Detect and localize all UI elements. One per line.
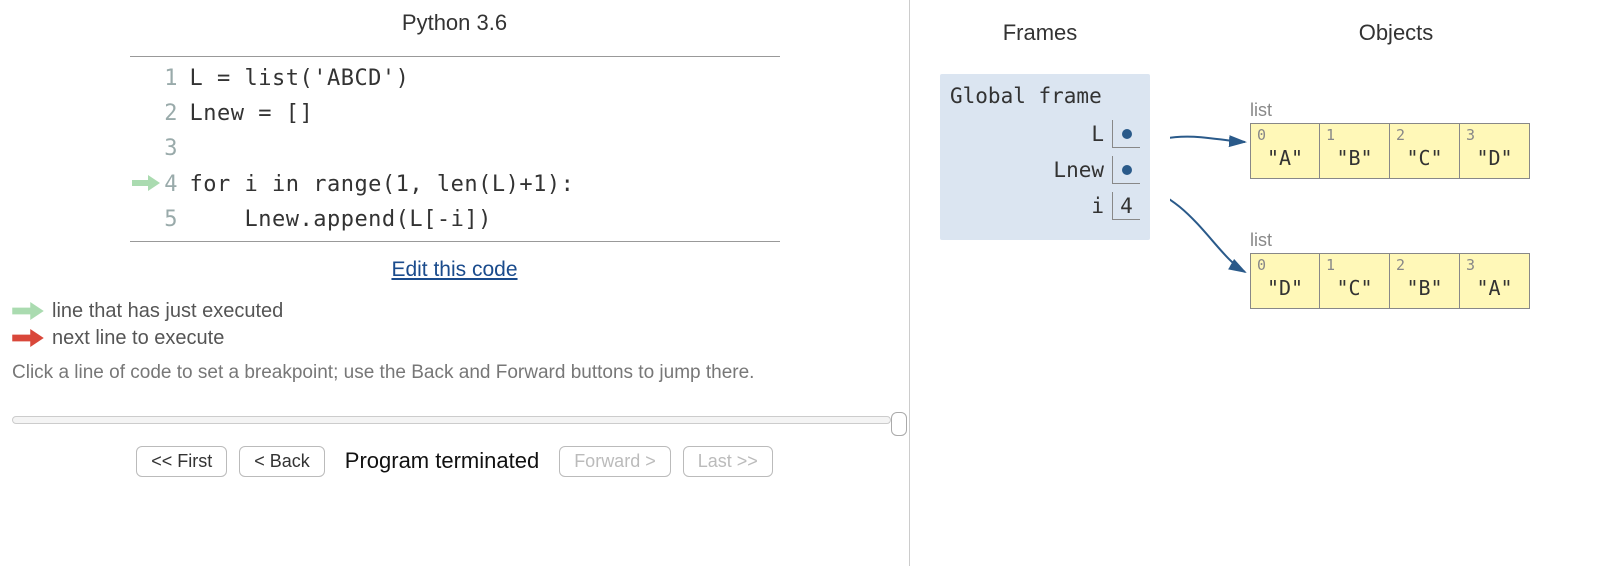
legend-just-executed: line that has just executed xyxy=(12,300,897,323)
code-line[interactable]: 5 Lnew.append(L[-i]) xyxy=(130,202,780,237)
breakpoint-hint: Click a line of code to set a breakpoint… xyxy=(12,362,897,384)
edit-code-link[interactable]: Edit this code xyxy=(12,258,897,282)
code-text: Lnew = [] xyxy=(190,96,314,131)
line-number: 3 xyxy=(160,131,190,166)
list-cell: 2"C" xyxy=(1390,123,1460,179)
var-name: L xyxy=(1091,122,1104,146)
frames-header: Frames xyxy=(910,20,1170,46)
object-type-label: list xyxy=(1250,100,1530,121)
cell-index: 2 xyxy=(1396,126,1405,144)
cell-index: 3 xyxy=(1466,126,1475,144)
cell-index: 1 xyxy=(1326,126,1335,144)
list-cells: 0"A" 1"B" 2"C" 3"D" xyxy=(1250,123,1530,179)
pointer-arrow-icon xyxy=(1170,185,1245,272)
list-cell: 0"A" xyxy=(1250,123,1320,179)
legend: line that has just executed next line to… xyxy=(12,300,897,350)
status-text: Program terminated xyxy=(337,448,547,474)
object-list: list 0"A" 1"B" 2"C" 3"D" xyxy=(1250,100,1530,179)
next-line-arrow-icon xyxy=(12,329,44,347)
var-row: Lnew xyxy=(950,156,1140,184)
legend-next: next line to execute xyxy=(12,327,897,350)
cell-index: 0 xyxy=(1257,126,1266,144)
objects-column: Objects list 0"A" 1"B" 2"C" 3"D" list 0"… xyxy=(1170,20,1622,566)
cell-index: 2 xyxy=(1396,256,1405,274)
list-cell: 0"D" xyxy=(1250,253,1320,309)
code-line[interactable]: 2 Lnew = [] xyxy=(130,96,780,131)
object-list: list 0"D" 1"C" 2"B" 3"A" xyxy=(1250,230,1530,309)
controls: << First < Back Program terminated Forwa… xyxy=(12,446,897,477)
list-cells: 0"D" 1"C" 2"B" 3"A" xyxy=(1250,253,1530,309)
pointer-dot-icon xyxy=(1122,129,1132,139)
var-name: Lnew xyxy=(1053,158,1104,182)
pointer-dot-icon xyxy=(1122,165,1132,175)
list-cell: 3"A" xyxy=(1460,253,1530,309)
global-frame: Global frame L Lnew i 4 xyxy=(940,74,1150,240)
var-value-box xyxy=(1112,156,1140,184)
cell-index: 0 xyxy=(1257,256,1266,274)
legend-label: next line to execute xyxy=(52,327,224,350)
code-block: 1 L = list('ABCD') 2 Lnew = [] 3 4 for i… xyxy=(130,56,780,242)
list-cell: 2"B" xyxy=(1390,253,1460,309)
list-cell: 3"D" xyxy=(1460,123,1530,179)
list-cell: 1"B" xyxy=(1320,123,1390,179)
line-number: 4 xyxy=(160,167,190,202)
frames-column: Frames Global frame L Lnew i 4 xyxy=(910,20,1170,566)
just-executed-arrow-icon xyxy=(132,175,160,191)
cell-index: 1 xyxy=(1326,256,1335,274)
legend-label: line that has just executed xyxy=(52,300,283,323)
code-text: for i in range(1, len(L)+1): xyxy=(190,167,575,202)
viz-panel: Frames Global frame L Lnew i 4 Objects xyxy=(910,0,1622,566)
first-button[interactable]: << First xyxy=(136,446,227,477)
frame-title: Global frame xyxy=(950,84,1140,108)
code-line[interactable]: 4 for i in range(1, len(L)+1): xyxy=(130,167,780,202)
code-line[interactable]: 3 xyxy=(130,131,780,166)
line-number: 2 xyxy=(160,96,190,131)
exec-arrow-slot xyxy=(130,167,160,202)
code-text: Lnew.append(L[-i]) xyxy=(190,202,492,237)
slider-track xyxy=(12,416,891,424)
var-value-box xyxy=(1112,120,1140,148)
back-button[interactable]: < Back xyxy=(239,446,325,477)
list-cell: 1"C" xyxy=(1320,253,1390,309)
forward-button[interactable]: Forward > xyxy=(559,446,671,477)
code-panel: Python 3.6 1 L = list('ABCD') 2 Lnew = [… xyxy=(0,0,910,566)
language-title: Python 3.6 xyxy=(12,10,897,36)
var-row: i 4 xyxy=(950,192,1140,220)
last-button[interactable]: Last >> xyxy=(683,446,773,477)
objects-header: Objects xyxy=(1170,20,1622,46)
pointer-arrow-icon xyxy=(1170,137,1245,148)
code-line[interactable]: 1 L = list('ABCD') xyxy=(130,61,780,96)
var-row: L xyxy=(950,120,1140,148)
pointer-arrows xyxy=(1170,20,1620,420)
slider-thumb[interactable] xyxy=(891,412,907,436)
code-text: L = list('ABCD') xyxy=(190,61,410,96)
cell-index: 3 xyxy=(1466,256,1475,274)
object-type-label: list xyxy=(1250,230,1530,251)
line-number: 5 xyxy=(160,202,190,237)
just-executed-arrow-icon xyxy=(12,302,44,320)
var-name: i xyxy=(1091,194,1104,218)
var-value-box: 4 xyxy=(1112,192,1140,220)
line-number: 1 xyxy=(160,61,190,96)
step-slider[interactable] xyxy=(12,412,907,430)
